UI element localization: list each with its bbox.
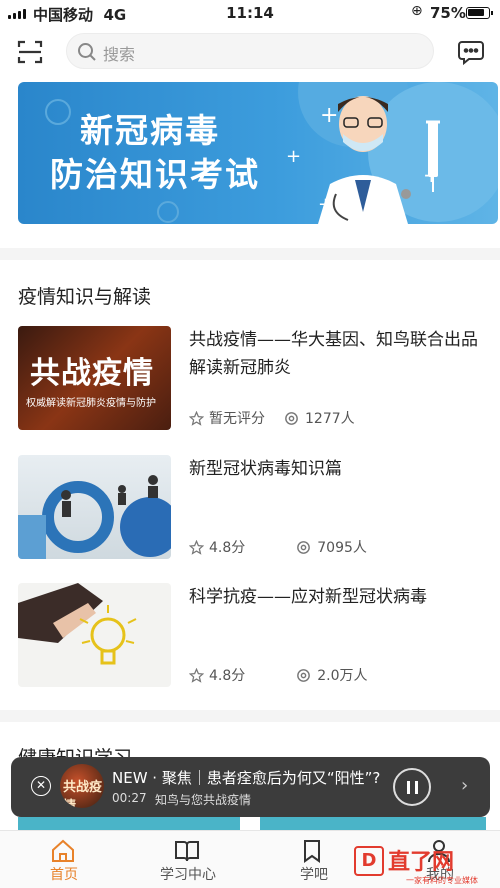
status-bar: 中国移动 4G 11:14 ⊕ 75%	[0, 0, 500, 26]
tab-label: 学习中心	[160, 867, 216, 883]
svg-text:+: +	[320, 103, 338, 128]
pause-button[interactable]	[393, 768, 431, 806]
course-views: 2.0万人	[317, 668, 368, 684]
message-icon[interactable]	[457, 38, 485, 66]
svg-text:+: +	[286, 146, 301, 167]
course-card[interactable]: 共战疫情 权威解读新冠肺炎疫情与防护 共战疫情——华大基因、知鸟联合出品解读新冠…	[18, 326, 488, 430]
course-title: 新型冠状病毒知识篇	[189, 459, 342, 479]
watermark-logo: D	[354, 846, 384, 876]
book-icon	[175, 841, 199, 862]
section-title-epidemic: 疫情知识与解读	[18, 286, 152, 308]
eye-icon	[297, 668, 311, 682]
course-card-partial[interactable]	[260, 817, 486, 831]
course-title: 科学抗疫——应对新型冠状病毒	[189, 587, 427, 607]
thumbnail-illustration	[18, 583, 137, 665]
close-icon[interactable]: ✕	[31, 776, 51, 796]
course-thumbnail: 共战疫情 权威解读新冠肺炎疫情与防护	[18, 326, 171, 430]
player-cover-text: 共战疫情	[63, 780, 103, 808]
battery-icon	[466, 7, 493, 19]
thumbnail-title: 共战疫情	[30, 356, 154, 391]
section-divider	[0, 710, 500, 722]
tab-xueba[interactable]: 学吧	[264, 831, 364, 888]
scan-icon[interactable]	[16, 38, 44, 66]
course-meta: 暂无评分 1277人	[189, 408, 355, 428]
course-thumbnail	[18, 583, 171, 687]
home-icon	[52, 839, 74, 862]
top-header: 搜索	[0, 30, 500, 74]
course-rating: 4.8分	[209, 668, 246, 684]
exam-banner[interactable]: + + + + 新冠病毒 防治知识考试	[18, 82, 498, 224]
watermark-tagline: 一家有料的专业媒体	[406, 876, 478, 885]
course-meta: 4.8分 2.0万人	[189, 665, 368, 685]
clock: 11:14	[226, 4, 274, 22]
star-icon	[189, 539, 204, 555]
course-views: 7095人	[317, 540, 367, 556]
watermark-name: 直了网	[388, 850, 455, 875]
course-meta: 4.8分 7095人	[189, 537, 367, 557]
thumbnail-illustration	[18, 475, 171, 559]
course-rating: 4.8分	[209, 540, 246, 556]
watermark: D 直了网 一家有料的专业媒体	[354, 846, 494, 886]
course-title: 共战疫情——华大基因、知鸟联合出品解读新冠肺炎	[189, 330, 478, 378]
player-subtitle: 知鸟与您共战疫情	[155, 793, 252, 807]
chevron-right-icon[interactable]: ›	[461, 775, 468, 796]
course-thumbnail	[18, 455, 171, 559]
course-card[interactable]: 科学抗疫——应对新型冠状病毒 4.8分 2.0万人	[18, 583, 488, 687]
banner-title-line2: 防治知识考试	[50, 155, 260, 194]
battery-percent: 75%	[430, 4, 466, 22]
course-views: 1277人	[305, 411, 355, 427]
tab-label: 首页	[50, 867, 78, 883]
section-divider	[0, 248, 500, 260]
course-card-partial[interactable]	[18, 817, 240, 831]
player-title: NEW · 聚焦｜患者痊愈后为何又“阳性”?	[112, 769, 381, 787]
course-card[interactable]: 新型冠状病毒知识篇 4.8分 7095人	[18, 455, 488, 559]
thumbnail-subtitle: 权威解读新冠肺炎疫情与防护	[26, 398, 156, 409]
banner-title-line1: 新冠病毒	[80, 111, 220, 150]
star-icon	[189, 410, 204, 426]
search-icon	[78, 43, 96, 61]
tab-home[interactable]: 首页	[14, 831, 114, 888]
tab-learning-center[interactable]: 学习中心	[138, 831, 238, 888]
search-bar[interactable]: 搜索	[66, 33, 434, 69]
bookmark-icon	[304, 840, 320, 863]
eye-icon	[285, 411, 298, 425]
player-time: 00:27	[112, 791, 147, 805]
audio-mini-player[interactable]: ✕ 共战疫情 NEW · 聚焦｜患者痊愈后为何又“阳性”? 00:27 知鸟与您…	[11, 757, 490, 817]
search-placeholder: 搜索	[103, 45, 136, 64]
course-rating: 暂无评分	[209, 411, 265, 427]
star-icon	[189, 667, 204, 683]
tab-label: 学吧	[300, 867, 328, 883]
player-cover: 共战疫情	[60, 764, 104, 808]
rotation-lock-icon: ⊕	[411, 3, 423, 19]
eye-icon	[297, 540, 311, 554]
